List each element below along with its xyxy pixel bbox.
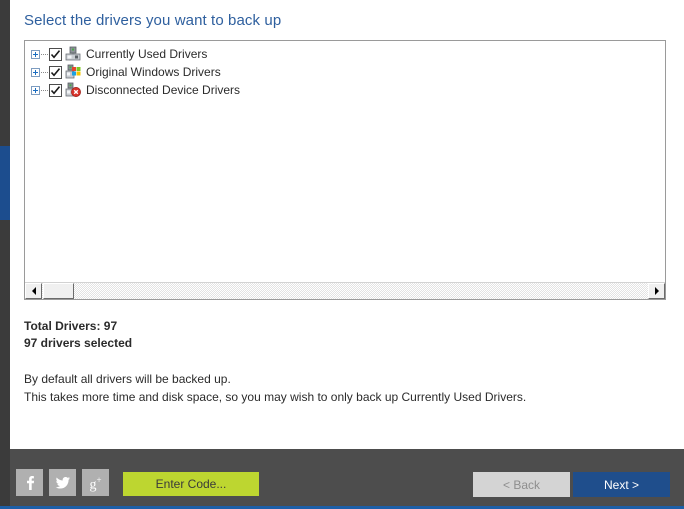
enter-code-button[interactable]: Enter Code... bbox=[123, 472, 259, 496]
wizard-page: Select the drivers you want to back up bbox=[10, 0, 684, 449]
windows-driver-icon bbox=[65, 64, 81, 80]
scroll-left-button[interactable] bbox=[25, 283, 42, 299]
back-button[interactable]: < Back bbox=[473, 472, 570, 497]
checkmark-icon bbox=[50, 85, 61, 96]
twitter-icon[interactable] bbox=[49, 469, 76, 496]
expand-plus-icon[interactable] bbox=[31, 86, 40, 95]
facebook-icon[interactable] bbox=[16, 469, 43, 496]
tree-item-label: Original Windows Drivers bbox=[86, 64, 221, 80]
scroll-right-button[interactable] bbox=[648, 283, 665, 299]
checkmark-icon bbox=[50, 49, 61, 60]
social-links: g+ bbox=[16, 469, 109, 496]
tree-item-currently-used-drivers[interactable]: Currently Used Drivers bbox=[31, 45, 665, 63]
tree-connector-dots bbox=[41, 90, 48, 91]
chevron-right-icon bbox=[655, 287, 659, 295]
driver-tree[interactable]: Currently Used Drivers bbox=[25, 41, 665, 281]
wizard-window: Select the drivers you want to back up bbox=[0, 0, 684, 509]
total-drivers-text: Total Drivers: 97 bbox=[24, 318, 132, 335]
google-plus-icon[interactable]: g+ bbox=[82, 469, 109, 496]
scrollbar-thumb[interactable] bbox=[43, 283, 74, 299]
tree-item-original-windows-drivers[interactable]: Original Windows Drivers bbox=[31, 63, 665, 81]
footer-rail-continuation bbox=[0, 449, 10, 506]
page-title: Select the drivers you want to back up bbox=[24, 12, 281, 29]
driver-count-summary: Total Drivers: 97 97 drivers selected bbox=[24, 318, 132, 352]
disconnected-driver-icon bbox=[65, 82, 81, 98]
next-button[interactable]: Next > bbox=[573, 472, 670, 497]
device-driver-icon bbox=[65, 46, 81, 62]
tree-item-checkbox[interactable] bbox=[49, 48, 62, 61]
selected-drivers-text: 97 drivers selected bbox=[24, 335, 132, 352]
driver-tree-listbox[interactable]: Currently Used Drivers bbox=[24, 40, 666, 300]
tree-item-label: Currently Used Drivers bbox=[86, 46, 207, 62]
tree-item-disconnected-device-drivers[interactable]: Disconnected Device Drivers bbox=[31, 81, 665, 99]
note-line-2: This takes more time and disk space, so … bbox=[24, 388, 526, 406]
tree-item-checkbox[interactable] bbox=[49, 66, 62, 79]
chevron-left-icon bbox=[32, 287, 36, 295]
tree-connector-dots bbox=[41, 54, 48, 55]
checkmark-icon bbox=[50, 67, 61, 78]
expand-plus-icon[interactable] bbox=[31, 50, 40, 59]
note-line-1: By default all drivers will be backed up… bbox=[24, 370, 526, 388]
tree-item-checkbox[interactable] bbox=[49, 84, 62, 97]
informational-notes: By default all drivers will be backed up… bbox=[24, 370, 526, 406]
expand-plus-icon[interactable] bbox=[31, 68, 40, 77]
left-rail bbox=[0, 0, 10, 449]
tree-item-label: Disconnected Device Drivers bbox=[86, 82, 240, 98]
horizontal-scrollbar[interactable] bbox=[25, 282, 665, 299]
left-rail-progress-accent bbox=[0, 146, 10, 220]
tree-connector-dots bbox=[41, 72, 48, 73]
